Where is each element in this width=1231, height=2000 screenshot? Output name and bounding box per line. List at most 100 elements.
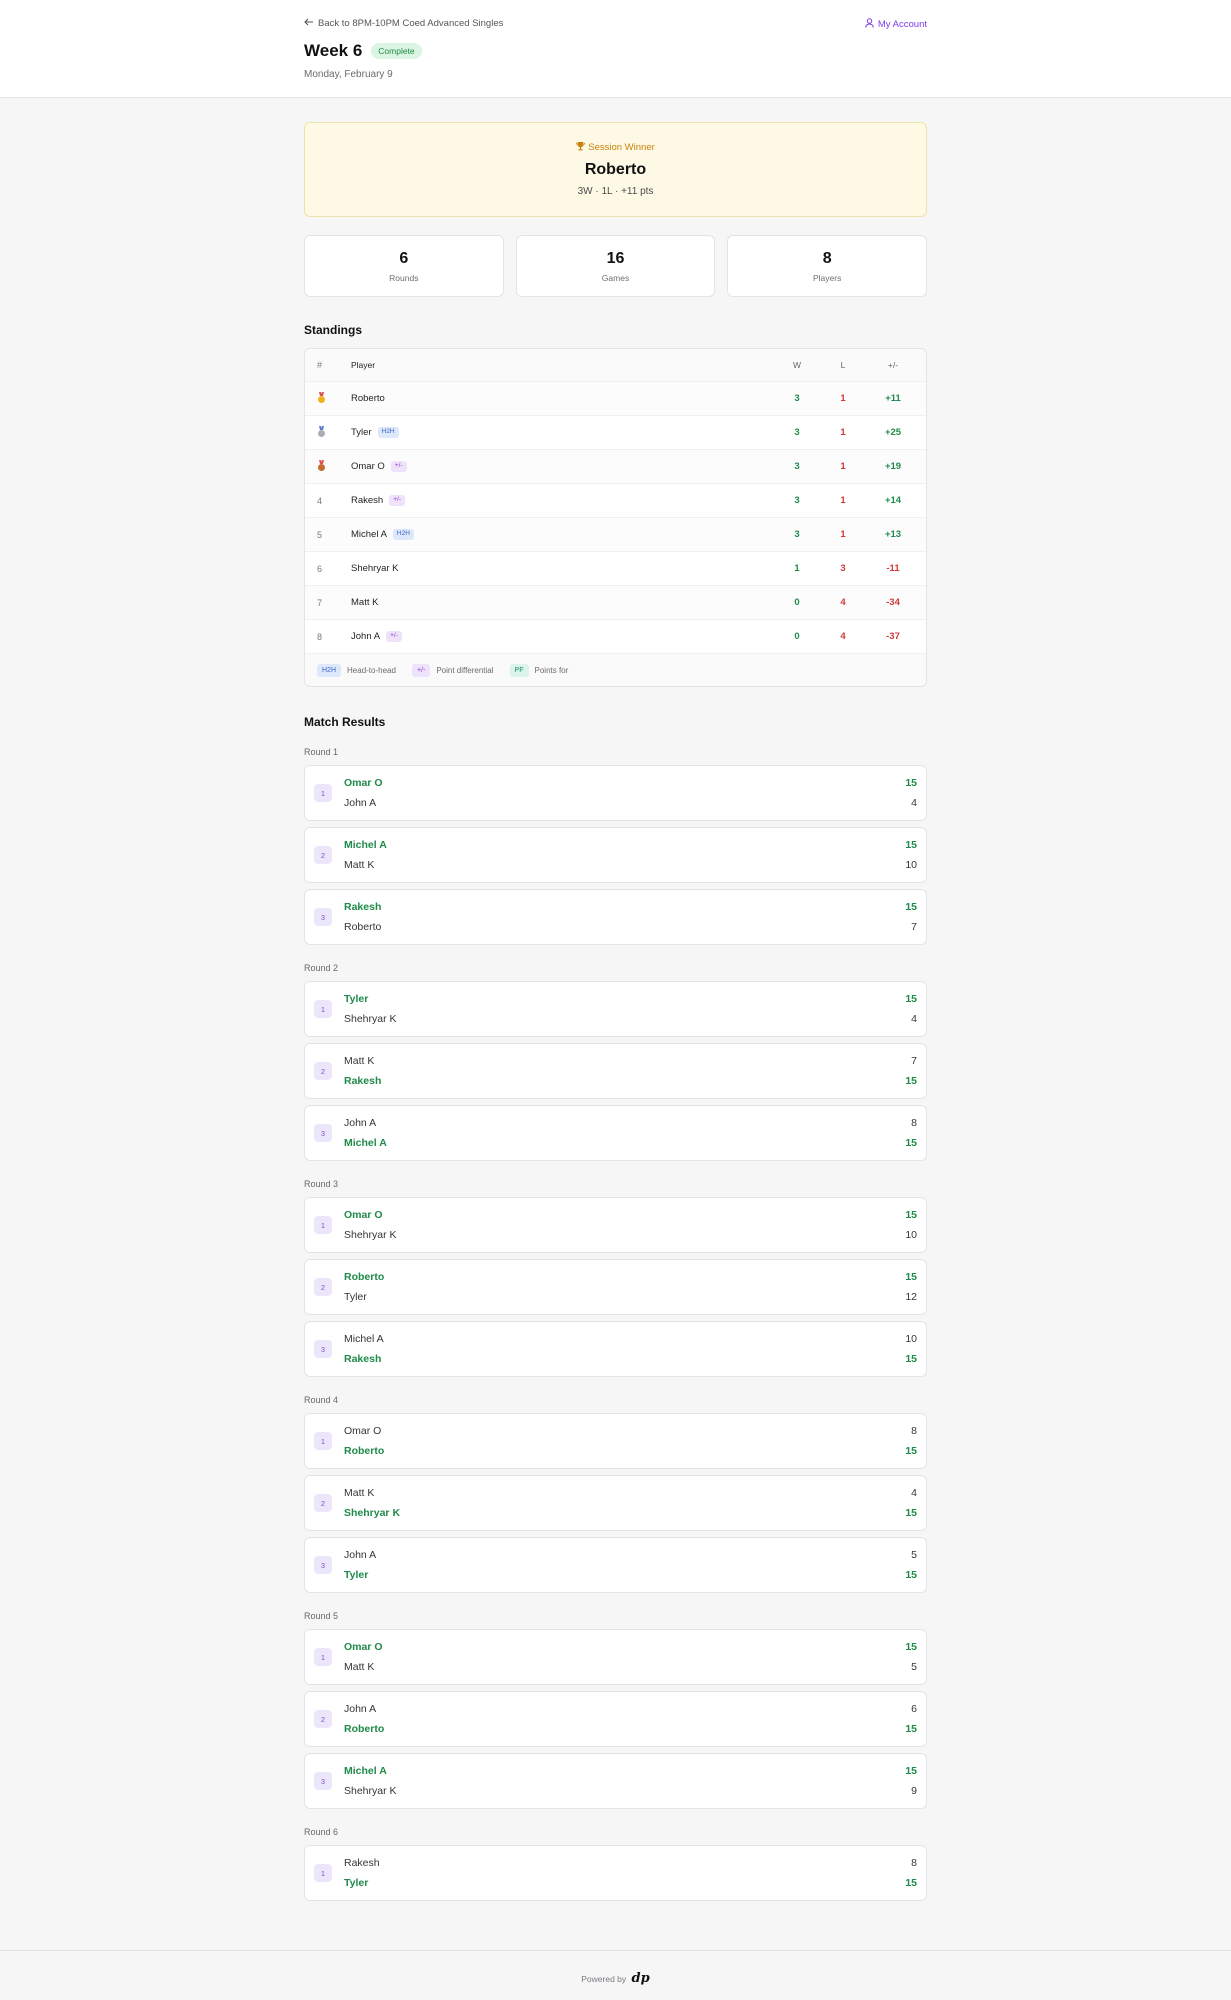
match-card[interactable]: 3 John A 8 Michel A 15 xyxy=(304,1105,927,1161)
team-line: Omar O 15 xyxy=(344,1637,917,1657)
team-line: Matt K 7 xyxy=(344,1051,917,1071)
player-name: Michel A xyxy=(344,1137,387,1149)
round-label: Round 4 xyxy=(304,1395,339,1405)
losses-value: 3 xyxy=(840,563,846,574)
match-scores: John A 5 Tyler 15 xyxy=(344,1545,917,1585)
player-score: 15 xyxy=(905,993,917,1005)
player-name: Rakesh xyxy=(344,1075,382,1087)
tiebreak-tag: +/- xyxy=(386,631,402,642)
match-card[interactable]: 3 Michel A 15 Shehryar K 9 xyxy=(304,1753,927,1809)
match-scores: John A 6 Roberto 15 xyxy=(344,1699,917,1739)
match-card[interactable]: 1 Omar O 15 Matt K 5 xyxy=(304,1629,927,1685)
match-card[interactable]: 1 Tyler 15 Shehryar K 4 xyxy=(304,981,927,1037)
match-number-badge: 1 xyxy=(314,1216,332,1234)
match-card[interactable]: 2 Roberto 15 Tyler 12 xyxy=(304,1259,927,1315)
match-card[interactable]: 1 Omar O 15 Shehryar K 10 xyxy=(304,1197,927,1253)
player-score: 15 xyxy=(905,1271,917,1283)
player-score: 8 xyxy=(911,1117,917,1129)
player-score: 10 xyxy=(905,859,917,871)
standings-row[interactable]: Tyler H2H 3 1 +25 xyxy=(305,416,926,450)
arrow-left-icon xyxy=(304,18,314,29)
rank-number: 6 xyxy=(317,563,323,574)
winner-name: Roberto xyxy=(584,161,647,178)
match-number-badge: 3 xyxy=(314,1772,332,1790)
match-card[interactable]: 3 Rakesh 15 Roberto 7 xyxy=(304,889,927,945)
player-name: Roberto xyxy=(344,1445,385,1457)
standings-row[interactable]: 6 Shehryar K 1 3 -11 xyxy=(305,552,926,586)
summary-stats: 6 Rounds 16 Games 8 Players xyxy=(304,235,928,297)
standings-row[interactable]: 8 John A +/- 0 4 -37 xyxy=(305,620,926,654)
player-score: 15 xyxy=(905,777,917,789)
player-score: 4 xyxy=(911,797,917,809)
player-cell: Tyler H2H xyxy=(351,427,774,438)
match-scores: Omar O 8 Roberto 15 xyxy=(344,1421,917,1461)
col-wins: W xyxy=(792,360,802,370)
brand-logo[interactable]: dp xyxy=(632,1971,650,1986)
match-card[interactable]: 2 John A 6 Roberto 15 xyxy=(304,1691,927,1747)
match-card[interactable]: 1 Rakesh 8 Tyler 15 xyxy=(304,1845,927,1901)
winner-stats: 3W · 1L · +11 pts xyxy=(577,186,654,197)
match-card[interactable]: 2 Matt K 4 Shehryar K 15 xyxy=(304,1475,927,1531)
match-number-badge: 2 xyxy=(314,1494,332,1512)
match-card[interactable]: 3 John A 5 Tyler 15 xyxy=(304,1537,927,1593)
my-account-link[interactable]: My Account xyxy=(865,18,927,31)
standings-row[interactable]: Roberto 3 1 +11 xyxy=(305,382,926,416)
match-card[interactable]: 2 Matt K 7 Rakesh 15 xyxy=(304,1043,927,1099)
match-number-badge: 3 xyxy=(314,1124,332,1142)
standings-row[interactable]: Omar O +/- 3 1 +19 xyxy=(305,450,926,484)
player-score: 15 xyxy=(905,1641,917,1653)
player-name: Tyler xyxy=(344,1569,369,1581)
legend-tag-h2h: H2H xyxy=(317,663,342,677)
back-link[interactable]: Back to 8PM-10PM Coed Advanced Singles xyxy=(304,18,927,29)
losses-value: 4 xyxy=(840,597,846,608)
bronze-medal-icon xyxy=(317,459,327,472)
wins-value: 3 xyxy=(794,393,800,404)
player-cell: Omar O +/- xyxy=(351,461,774,472)
player-score: 9 xyxy=(911,1785,917,1797)
player-cell: Michel A H2H xyxy=(351,529,774,540)
player-name: Shehryar K xyxy=(344,1507,401,1519)
team-line: John A 4 xyxy=(344,793,917,813)
standings-table: # Player W L +/- Roberto 3 1 +11 Tyler H2H 3 1 +… xyxy=(304,348,927,687)
standings-row[interactable]: 4 Rakesh +/- 3 1 +14 xyxy=(305,484,926,518)
player-name: Rakesh xyxy=(344,1857,380,1869)
standings-row[interactable]: 7 Matt K 0 4 -34 xyxy=(305,586,926,620)
player-name: Shehryar K xyxy=(344,1229,397,1241)
player-name: Omar O xyxy=(351,461,385,472)
back-link-label: Back to 8PM-10PM Coed Advanced Singles xyxy=(318,18,504,29)
legend-text: Head-to-head xyxy=(347,665,396,675)
match-card[interactable]: 1 Omar O 8 Roberto 15 xyxy=(304,1413,927,1469)
player-score: 15 xyxy=(905,1137,917,1149)
user-icon xyxy=(865,18,874,31)
standings-row[interactable]: 5 Michel A H2H 3 1 +13 xyxy=(305,518,926,552)
session-date: Monday, February 9 xyxy=(304,69,393,80)
player-score: 4 xyxy=(911,1487,917,1499)
player-name: Roberto xyxy=(344,921,382,933)
legend-text: Point differential xyxy=(436,665,494,675)
match-results-title: Match Results xyxy=(304,715,386,729)
player-score: 15 xyxy=(905,1353,917,1365)
rank-medal xyxy=(305,459,351,474)
team-line: Tyler 15 xyxy=(344,1873,917,1893)
rank-number: 4 xyxy=(317,495,323,506)
player-name: Roberto xyxy=(344,1271,385,1283)
match-card[interactable]: 2 Michel A 15 Matt K 10 xyxy=(304,827,927,883)
match-number-badge: 1 xyxy=(314,1432,332,1450)
player-score: 8 xyxy=(911,1857,917,1869)
standings-title: Standings xyxy=(304,323,363,337)
team-line: Roberto 7 xyxy=(344,917,917,937)
winner-label: Session Winner xyxy=(588,142,655,153)
team-line: Shehryar K 15 xyxy=(344,1503,917,1523)
losses-value: 1 xyxy=(840,495,846,506)
match-card[interactable]: 3 Michel A 10 Rakesh 15 xyxy=(304,1321,927,1377)
stat-value: 16 xyxy=(606,250,625,267)
main-content: Session Winner Roberto 3W · 1L · +11 pts… xyxy=(304,122,928,1901)
match-scores: Michel A 10 Rakesh 15 xyxy=(344,1329,917,1369)
team-line: Michel A 15 xyxy=(344,1133,917,1153)
player-score: 4 xyxy=(911,1013,917,1025)
match-card[interactable]: 1 Omar O 15 John A 4 xyxy=(304,765,927,821)
losses-value: 1 xyxy=(840,461,846,472)
silver-medal-icon xyxy=(317,425,327,438)
wins-value: 0 xyxy=(794,597,800,608)
team-line: Tyler 15 xyxy=(344,1565,917,1585)
